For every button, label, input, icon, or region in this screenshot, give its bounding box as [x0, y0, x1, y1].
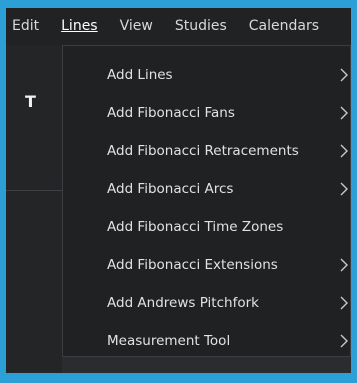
chevron-right-icon — [339, 106, 349, 120]
drawing-toolbar: T — [6, 45, 62, 373]
menu-item-add-andrews-pitchfork[interactable]: Add Andrews Pitchfork — [63, 284, 350, 322]
menu-item-add-lines[interactable]: Add Lines — [63, 56, 350, 94]
menu-item-label: Add Fibonacci Extensions — [107, 257, 278, 273]
menu-edit[interactable]: Edit — [6, 8, 50, 45]
menu-bar: Edit Lines View Studies Calendars — [6, 8, 351, 45]
menu-item-label: Add Lines — [107, 67, 173, 83]
menu-item-add-fibonacci-arcs[interactable]: Add Fibonacci Arcs — [63, 170, 350, 208]
app-window: T H Edit Lines View Studies Calendars Ad… — [0, 0, 357, 383]
chevron-right-icon — [339, 144, 349, 158]
menu-view[interactable]: View — [109, 8, 164, 45]
chevron-right-icon — [339, 258, 349, 272]
menu-item-measurement-tool[interactable]: Measurement Tool — [63, 322, 350, 360]
menu-item-label: Add Fibonacci Retracements — [107, 143, 299, 159]
chevron-right-icon — [339, 296, 349, 310]
chevron-right-icon — [339, 334, 349, 348]
menu-item-label: Measurement Tool — [107, 333, 231, 349]
menu-item-add-fibonacci-fans[interactable]: Add Fibonacci Fans — [63, 94, 350, 132]
menu-calendars[interactable]: Calendars — [238, 8, 330, 45]
lines-dropdown-menu: Add Lines Add Fibonacci Fans Add Fibonac… — [62, 45, 351, 357]
menu-item-label: Add Fibonacci Arcs — [107, 181, 234, 197]
menu-item-label: Add Andrews Pitchfork — [107, 295, 259, 311]
text-tool-button[interactable]: T — [25, 92, 36, 111]
chevron-right-icon — [339, 68, 349, 82]
menu-lines-label: Lines — [61, 18, 98, 34]
chevron-right-icon — [339, 182, 349, 196]
menu-item-label: Add Fibonacci Time Zones — [107, 219, 284, 235]
menu-studies[interactable]: Studies — [164, 8, 238, 45]
menu-item-add-fibonacci-extensions[interactable]: Add Fibonacci Extensions — [63, 246, 350, 284]
toolbar-divider — [6, 190, 62, 191]
menu-item-add-fibonacci-time-zones[interactable]: Add Fibonacci Time Zones — [63, 208, 350, 246]
menu-lines[interactable]: Lines — [50, 8, 108, 45]
menu-item-label: Add Fibonacci Fans — [107, 105, 235, 121]
menu-item-add-fibonacci-retracements[interactable]: Add Fibonacci Retracements — [63, 132, 350, 170]
